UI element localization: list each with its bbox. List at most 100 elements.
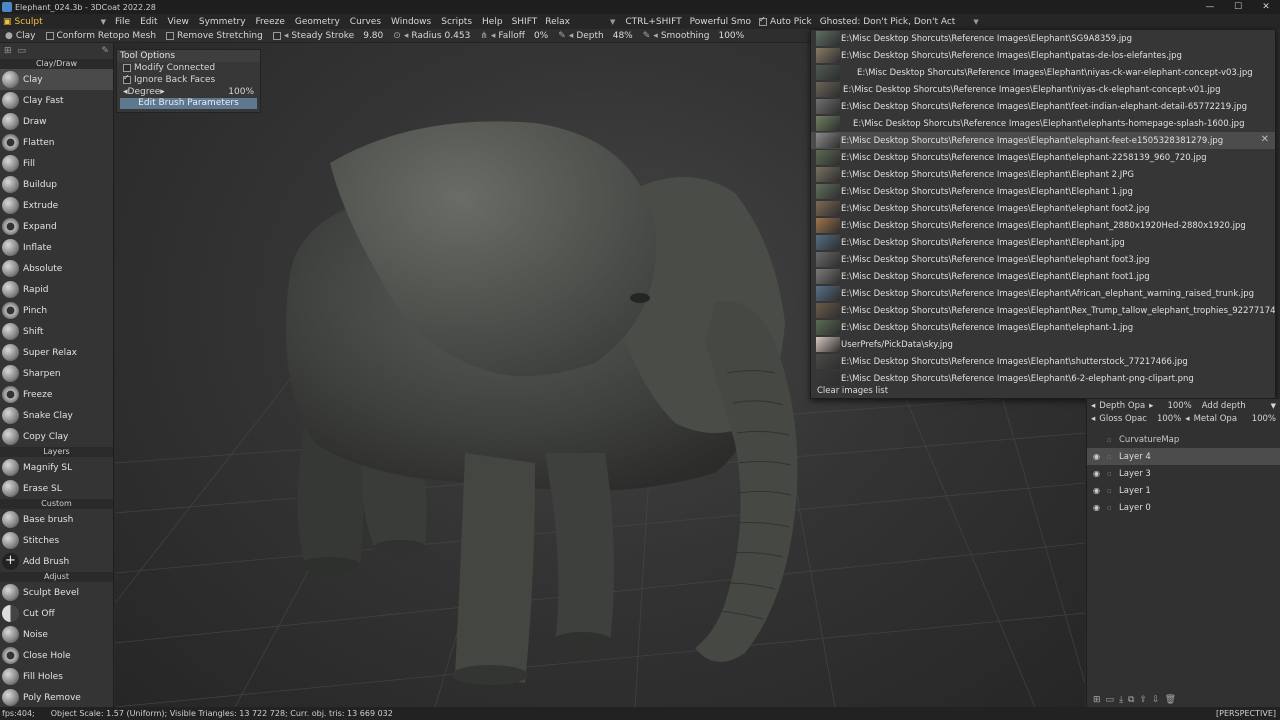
recent-image-item[interactable]: E:\Misc Desktop Shorcuts\Reference Image… <box>811 302 1275 319</box>
depth-control[interactable]: ✎ ◂ Depth 48% <box>553 31 638 41</box>
eye-icon[interactable]: ◉ <box>1093 486 1103 495</box>
recent-image-item[interactable]: E:\Misc Desktop Shorcuts\Reference Image… <box>811 183 1275 200</box>
tool-super-relax[interactable]: Super Relax <box>0 342 113 363</box>
smoothing-control[interactable]: ✎ ◂ Smoothing 100% <box>638 31 749 41</box>
falloff-control[interactable]: ⋔ ◂ Falloff 0% <box>475 31 553 41</box>
recent-image-item[interactable]: E:\Misc Desktop Shorcuts\Reference Image… <box>811 81 1275 98</box>
eye-icon[interactable]: ◉ <box>1093 469 1103 478</box>
edit-brush-parameters-button[interactable]: Edit Brush Parameters <box>120 98 257 109</box>
recent-image-item[interactable]: E:\Misc Desktop Shorcuts\Reference Image… <box>811 64 1275 81</box>
tool-fill[interactable]: Fill <box>0 153 113 174</box>
layer-row-layer-4[interactable]: ◉ ▫ Layer 4 <box>1087 448 1280 465</box>
copy-icon[interactable]: ⧉ <box>1128 695 1134 705</box>
recent-image-item[interactable]: E:\Misc Desktop Shorcuts\Reference Image… <box>811 47 1275 64</box>
section-adjust[interactable]: Adjust <box>0 572 113 582</box>
auto-pick-toggle[interactable]: Auto Pick <box>755 15 816 27</box>
tool-draw[interactable]: Draw <box>0 111 113 132</box>
metal-opacity-value[interactable]: 100% <box>1252 414 1276 424</box>
tool-sharpen[interactable]: Sharpen <box>0 363 113 384</box>
menu-curves[interactable]: Curves <box>345 17 386 27</box>
tools-tab-icon[interactable]: ⊞ <box>4 46 12 56</box>
menu-view[interactable]: View <box>163 17 194 27</box>
modify-connected-toggle[interactable]: Modify Connected <box>117 62 260 74</box>
steady-stroke-toggle[interactable]: ◂ Steady Stroke 9.80 <box>268 31 388 41</box>
recent-image-item[interactable]: UserPrefs/PickData\sky.jpg <box>811 336 1275 353</box>
tool-clay-fast[interactable]: Clay Fast <box>0 90 113 111</box>
move-down-icon[interactable]: ⇩ <box>1152 695 1160 705</box>
recent-image-item[interactable]: E:\Misc Desktop Shorcuts\Reference Image… <box>811 353 1275 370</box>
recent-image-item[interactable]: E:\Misc Desktop Shorcuts\Reference Image… <box>811 132 1275 149</box>
lock-icon[interactable]: ▫ <box>1107 453 1115 461</box>
depth-value[interactable]: 48% <box>613 31 633 41</box>
move-up-icon[interactable]: ⇧ <box>1139 695 1147 705</box>
menu-symmetry[interactable]: Symmetry <box>194 17 251 27</box>
import-icon[interactable]: ⤓ <box>1119 695 1123 705</box>
tool-extrude[interactable]: Extrude <box>0 195 113 216</box>
layer-row-layer-3[interactable]: ◉ ▫ Layer 3 <box>1087 465 1280 482</box>
eye-icon[interactable]: ◉ <box>1093 452 1103 461</box>
layer-row-curvaturemap[interactable]: ▫ CurvatureMap <box>1087 431 1280 448</box>
ctrl-shift-action-select[interactable]: Powerful Smo <box>686 17 755 27</box>
recent-image-item[interactable]: E:\Misc Desktop Shorcuts\Reference Image… <box>811 166 1275 183</box>
menu-file[interactable]: File <box>110 17 135 27</box>
recent-image-item[interactable]: E:\Misc Desktop Shorcuts\Reference Image… <box>811 200 1275 217</box>
maximize-button[interactable]: ☐ <box>1224 0 1252 14</box>
tool-noise[interactable]: Noise <box>0 624 113 645</box>
recent-image-item[interactable]: E:\Misc Desktop Shorcuts\Reference Image… <box>811 98 1275 115</box>
chevron-down-icon[interactable]: ▼ <box>1271 402 1276 410</box>
ghosted-mode-select[interactable]: Ghosted: Don't Pick, Don't Act <box>816 17 960 27</box>
conform-retopo-toggle[interactable]: Conform Retopo Mesh <box>41 31 162 41</box>
add-depth-select[interactable]: Add depth <box>1202 401 1246 411</box>
chevron-down-icon[interactable]: ▼ <box>973 18 978 26</box>
tool-sculpt-bevel[interactable]: Sculpt Bevel <box>0 582 113 603</box>
shift-action-select[interactable]: Relax <box>541 17 574 27</box>
tool-magnify-sl[interactable]: Magnify SL <box>0 457 113 478</box>
tool-inflate[interactable]: Inflate <box>0 237 113 258</box>
close-icon[interactable]: ✕ <box>1261 134 1269 145</box>
radius-control[interactable]: ⊙ ◂ Radius 0.453 <box>388 31 475 41</box>
gloss-opacity-row[interactable]: ◂ Gloss Opac 100% ◂ Metal Opa 100% <box>1087 412 1280 425</box>
recent-image-item[interactable]: E:\Misc Desktop Shorcuts\Reference Image… <box>811 115 1275 132</box>
falloff-value[interactable]: 0% <box>534 31 548 41</box>
lock-icon[interactable]: ▫ <box>1107 487 1115 495</box>
recent-image-item[interactable]: E:\Misc Desktop Shorcuts\Reference Image… <box>811 234 1275 251</box>
gloss-opacity-value[interactable]: 100% <box>1157 414 1181 424</box>
tool-shift[interactable]: Shift <box>0 321 113 342</box>
tool-pinch[interactable]: Pinch <box>0 300 113 321</box>
recent-image-item[interactable]: E:\Misc Desktop Shorcuts\Reference Image… <box>811 251 1275 268</box>
tools-tab-icon[interactable]: ▭ <box>18 46 27 56</box>
tool-close-hole[interactable]: Close Hole <box>0 645 113 666</box>
tool-rapid[interactable]: Rapid <box>0 279 113 300</box>
remove-stretching-toggle[interactable]: Remove Stretching <box>161 31 268 41</box>
tool-snake-clay[interactable]: Snake Clay <box>0 405 113 426</box>
delete-icon[interactable]: 🗑 <box>1165 695 1176 705</box>
tool-erase-sl[interactable]: Erase SL <box>0 478 113 499</box>
tool-cut-off[interactable]: Cut Off <box>0 603 113 624</box>
steady-stroke-value[interactable]: 9.80 <box>363 31 383 41</box>
tool-base-brush[interactable]: Base brush <box>0 509 113 530</box>
recent-image-item[interactable]: E:\Misc Desktop Shorcuts\Reference Image… <box>811 285 1275 302</box>
tool-fill-holes[interactable]: Fill Holes <box>0 666 113 687</box>
smoothing-value[interactable]: 100% <box>718 31 744 41</box>
recent-image-item[interactable]: E:\Misc Desktop Shorcuts\Reference Image… <box>811 30 1275 47</box>
eye-icon[interactable]: ◉ <box>1093 503 1103 512</box>
recent-image-item[interactable]: E:\Misc Desktop Shorcuts\Reference Image… <box>811 268 1275 285</box>
layer-row-layer-1[interactable]: ◉ ▫ Layer 1 <box>1087 482 1280 499</box>
lock-icon[interactable]: ▫ <box>1107 504 1115 512</box>
room-selector[interactable]: ▣ Sculpt ▼ <box>0 14 110 29</box>
depth-opacity-value[interactable]: 100% <box>1167 401 1191 411</box>
lock-icon[interactable]: ▫ <box>1107 470 1115 478</box>
folder-icon[interactable]: ▭ <box>1106 695 1115 705</box>
minimize-button[interactable]: — <box>1196 0 1224 14</box>
recent-image-item[interactable]: E:\Misc Desktop Shorcuts\Reference Image… <box>811 319 1275 336</box>
menu-windows[interactable]: Windows <box>386 17 436 27</box>
section-layers[interactable]: Layers <box>0 447 113 457</box>
menu-scripts[interactable]: Scripts <box>436 17 477 27</box>
clear-images-button[interactable]: Clear images list <box>817 386 888 396</box>
tool-add-brush[interactable]: + Add Brush <box>0 551 113 572</box>
menu-edit[interactable]: Edit <box>135 17 162 27</box>
tool-flatten[interactable]: Flatten <box>0 132 113 153</box>
tool-buildup[interactable]: Buildup <box>0 174 113 195</box>
section-custom[interactable]: Custom <box>0 499 113 509</box>
ignore-back-faces-toggle[interactable]: Ignore Back Faces <box>117 73 260 86</box>
